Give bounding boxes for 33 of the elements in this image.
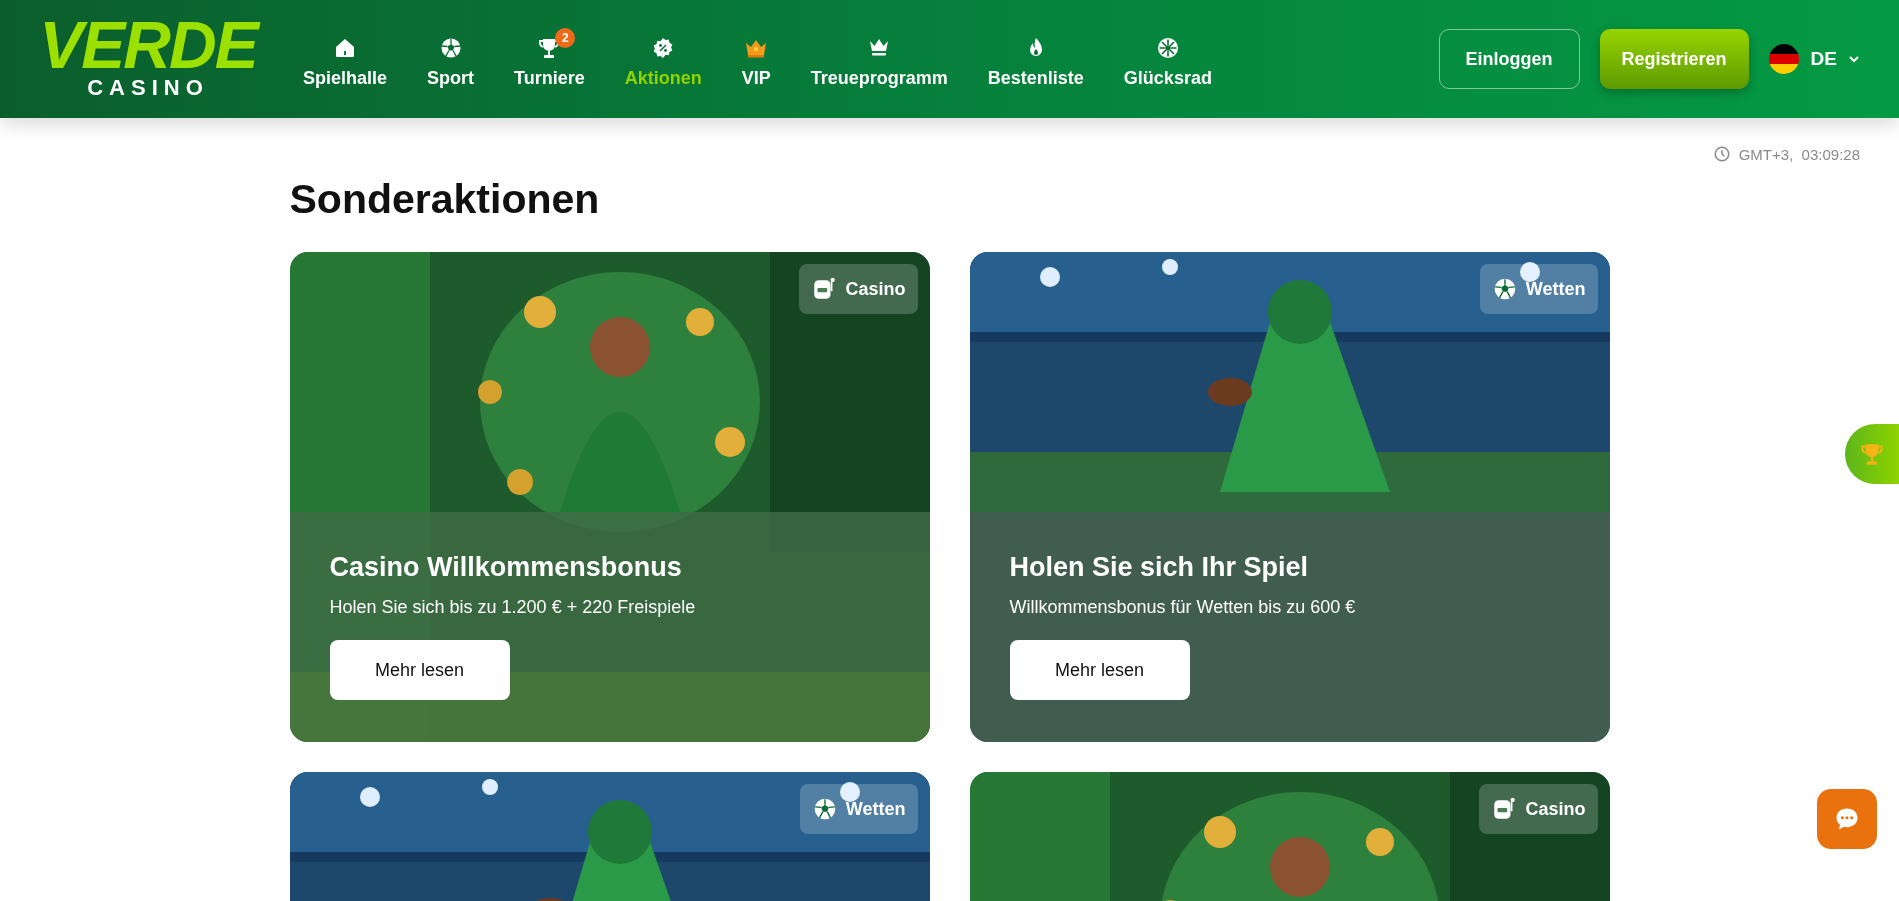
promo-description: Willkommensbonus für Wetten bis zu 600 € [1009,597,1356,618]
nav-link[interactable]: Aktionen [624,29,702,89]
promo-title: Casino Willkommensbonus [329,552,682,583]
leaderboard-tab[interactable] [1845,424,1899,484]
trophy-icon [1859,441,1885,467]
logo-subtitle[interactable]: CASINO [87,75,209,102]
nav-link[interactable]: Bestenliste [987,29,1084,89]
promo-description: Holen Sie sich bis zu 1.200 € + 220 Freispiele [329,597,696,618]
nav-link[interactable]: Spielhalle [303,29,388,89]
slot-machine-icon [1491,796,1518,822]
nav-link[interactable]: Glücksrad [1123,29,1212,89]
timezone-label: GMT+3, 03:09:28 [1738,145,1860,163]
category-label: Wetten [1525,278,1586,300]
category-label: Wetten [845,798,906,820]
nav-link[interactable]: Treueprogramm [810,29,948,89]
chat-button[interactable] [1817,789,1877,849]
login-button[interactable]: Einloggen [1438,29,1580,89]
page-title: Sonderaktionen [289,175,601,224]
count-badge: 2 [555,27,576,48]
promo-title: Holen Sie sich Ihr Spiel [1009,552,1309,583]
slot-machine-icon [811,276,838,302]
wheel-icon [1155,35,1180,60]
nav-link[interactable]: Sport [427,29,475,89]
read-more-button[interactable]: Mehr lesen [329,640,510,700]
category-label: Casino [845,278,906,300]
german-flag-icon [1768,44,1799,74]
chevron-down-icon [1849,55,1859,63]
nav-link[interactable]: VIP [741,29,771,89]
category-label: Casino [1525,798,1586,820]
language-selector[interactable]: DE [1768,44,1859,74]
read-more-button[interactable]: Mehr lesen [1009,640,1190,700]
clock-icon [1712,145,1731,163]
nav-link[interactable]: Turniere 2 [514,29,585,89]
